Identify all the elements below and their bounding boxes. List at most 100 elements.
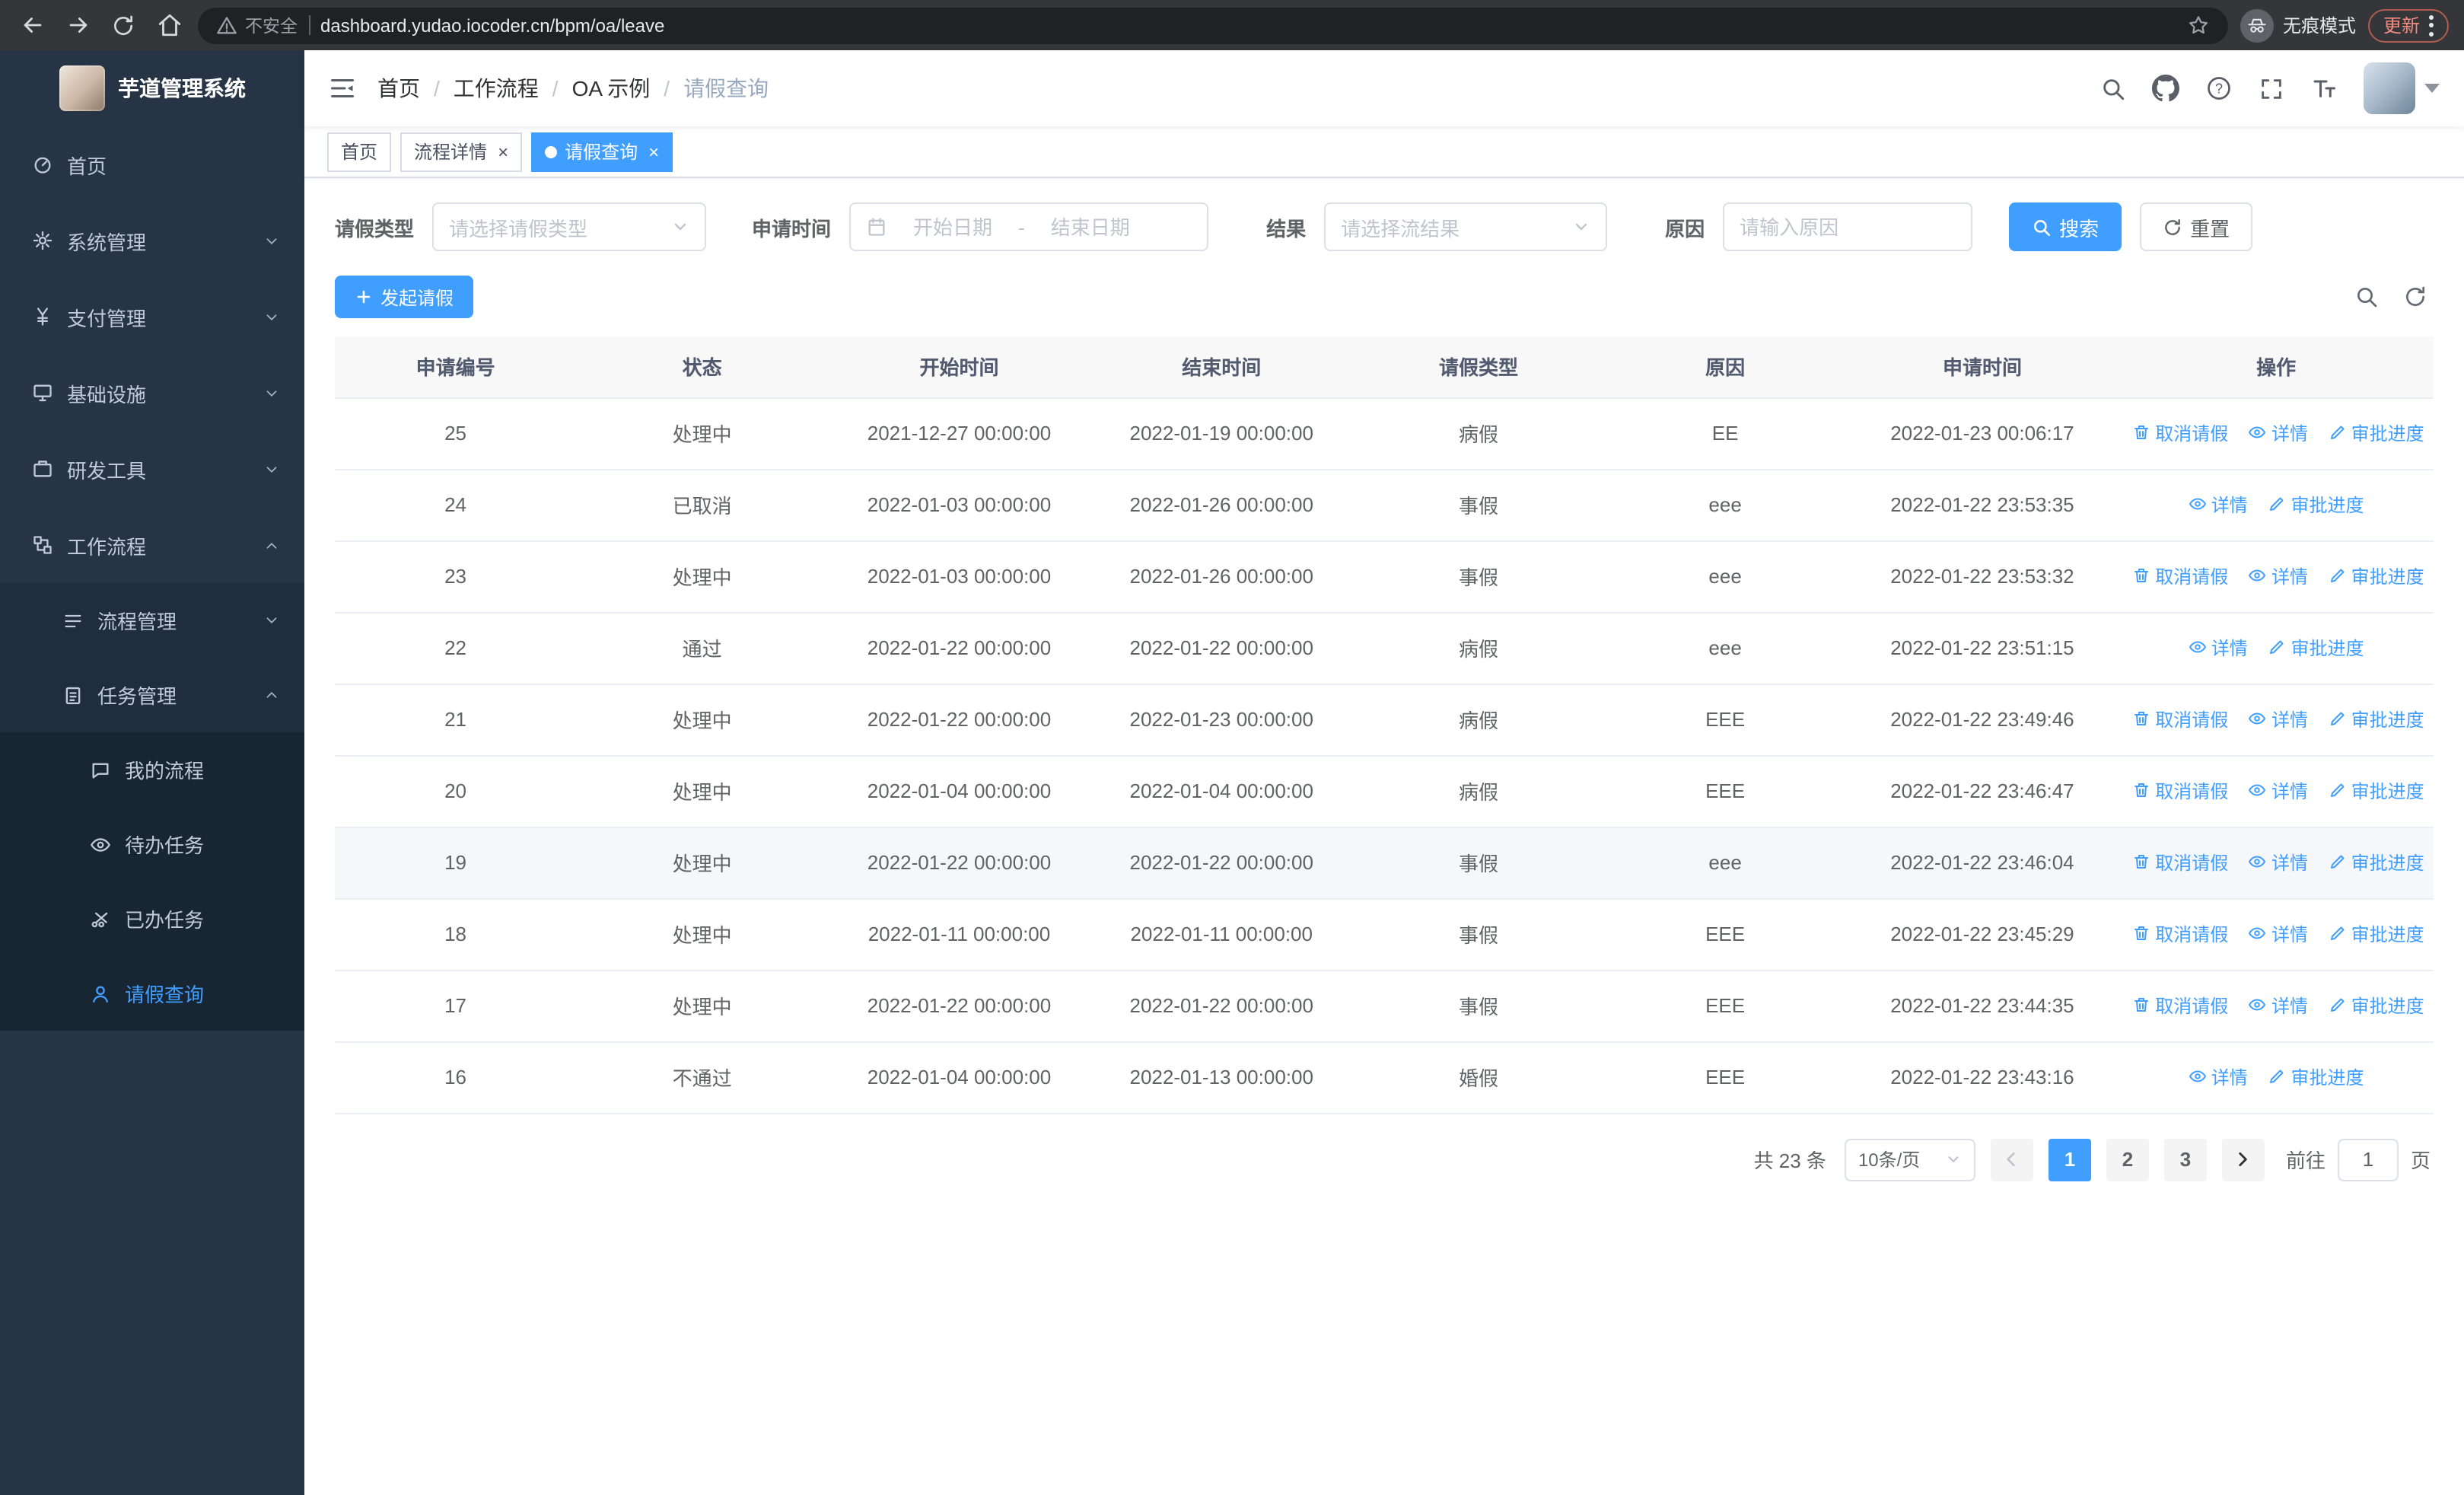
detail-link[interactable]: 详情 [2249,563,2308,589]
leave-type-select[interactable]: 请选择请假类型 [432,202,707,251]
page-button-1[interactable]: 1 [2048,1138,2091,1181]
page-button-2[interactable]: 2 [2106,1138,2149,1181]
goto-page-input[interactable] [2337,1138,2399,1181]
detail-link[interactable]: 详情 [2249,993,2308,1018]
security-warning[interactable]: 不安全 [216,13,298,37]
edit-icon [2329,710,2347,728]
table-row[interactable]: 18 处理中 2022-01-11 00:00:00 2022-01-11 00… [335,898,2434,971]
sidebar-item[interactable]: 流程管理 [0,583,304,658]
table-row[interactable]: 23 处理中 2022-01-03 00:00:00 2022-01-26 00… [335,540,2434,613]
tab[interactable]: 首页 [327,132,392,171]
filter-form: 请假类型 请选择请假类型 申请时间 - [335,202,2434,251]
home-button[interactable] [152,8,186,42]
menu-kebab-icon[interactable] [2429,14,2434,36]
prev-page-button[interactable] [1990,1138,2033,1181]
sidebar-item[interactable]: 系统管理 [0,202,304,279]
sidebar-item[interactable]: 任务管理 [0,658,304,732]
sidebar-item[interactable]: 请假查询 [0,956,304,1031]
sidebar-item[interactable]: 工作流程 [0,507,304,583]
table-row[interactable]: 21 处理中 2022-01-22 00:00:00 2022-01-23 00… [335,684,2434,756]
progress-link[interactable]: 审批进度 [2329,563,2424,589]
sidebar-item[interactable]: 首页 [0,126,304,202]
create-leave-button[interactable]: 发起请假 [335,276,474,318]
detail-link[interactable]: 详情 [2249,706,2308,732]
avatar[interactable] [2364,62,2415,114]
github-icon[interactable] [2152,75,2179,102]
table-row[interactable]: 20 处理中 2022-01-04 00:00:00 2022-01-04 00… [335,755,2434,827]
sidebar-item[interactable]: 我的流程 [0,732,304,807]
sidebar-logo[interactable]: 芋道管理系统 [0,50,304,126]
tab[interactable]: 流程详情 × [400,132,523,171]
result-select[interactable]: 请选择流结果 [1324,202,1608,251]
detail-link[interactable]: 详情 [2249,420,2308,446]
font-size-icon[interactable] [2310,75,2338,102]
breadcrumb-item[interactable]: 工作流程 [454,73,539,104]
progress-link[interactable]: 审批进度 [2329,993,2424,1018]
fullscreen-icon[interactable] [2259,75,2284,101]
detail-link[interactable]: 详情 [2189,1064,2248,1090]
reload-button[interactable] [107,8,140,42]
cell-end-time: 2022-01-11 00:00:00 [1090,898,1353,971]
sidebar-item[interactable]: 待办任务 [0,807,304,881]
search-button[interactable]: 搜索 [2009,202,2122,251]
table-row[interactable]: 16 不通过 2022-01-04 00:00:00 2022-01-13 00… [335,1041,2434,1114]
tab[interactable]: 请假查询 × [531,132,673,171]
progress-link[interactable]: 审批进度 [2329,778,2424,804]
url-bar[interactable]: 不安全 dashboard.yudao.iocoder.cn/bpm/oa/le… [198,7,2228,43]
refresh-table-icon[interactable] [2403,285,2427,309]
sidebar-item[interactable]: 支付管理 [0,279,304,355]
table-row[interactable]: 24 已取消 2022-01-03 00:00:00 2022-01-26 00… [335,469,2434,541]
progress-link[interactable]: 审批进度 [2268,492,2364,518]
progress-link[interactable]: 审批进度 [2268,1064,2364,1090]
progress-link[interactable]: 审批进度 [2268,635,2364,661]
table-row[interactable]: 22 通过 2022-01-22 00:00:00 2022-01-22 00:… [335,612,2434,684]
detail-link[interactable]: 详情 [2249,921,2308,947]
cell-end-time: 2022-01-13 00:00:00 [1090,1041,1353,1114]
end-date-input[interactable] [1033,215,1147,238]
search-icon[interactable] [2100,75,2126,101]
detail-link[interactable]: 详情 [2189,635,2248,661]
cancel-leave-link[interactable]: 取消请假 [2132,778,2228,804]
close-icon[interactable]: × [495,142,508,161]
detail-link[interactable]: 详情 [2249,778,2308,804]
cancel-leave-link[interactable]: 取消请假 [2132,850,2228,875]
close-icon[interactable]: × [645,142,659,161]
bookmark-star-icon[interactable] [2187,14,2210,37]
next-page-button[interactable] [2221,1138,2265,1181]
sidebar-toggle-icon[interactable] [329,75,356,102]
back-button[interactable] [15,8,49,42]
table-row[interactable]: 19 处理中 2022-01-22 00:00:00 2022-01-22 00… [335,827,2434,899]
cancel-leave-link[interactable]: 取消请假 [2132,706,2228,732]
help-icon[interactable]: ? [2205,75,2233,102]
progress-link[interactable]: 审批进度 [2329,850,2424,875]
cancel-leave-link[interactable]: 取消请假 [2132,921,2228,947]
reason-input[interactable] [1740,215,1956,238]
user-menu[interactable] [2364,62,2440,114]
table-row[interactable]: 17 处理中 2022-01-22 00:00:00 2022-01-22 00… [335,970,2434,1042]
cancel-leave-link[interactable]: 取消请假 [2132,563,2228,589]
cancel-leave-link[interactable]: 取消请假 [2132,420,2228,446]
sidebar-item[interactable]: 研发工具 [0,431,304,507]
table-row[interactable]: 25 处理中 2021-12-27 00:00:00 2022-01-19 00… [335,397,2434,470]
progress-link[interactable]: 审批进度 [2329,420,2424,446]
forward-button[interactable] [61,8,94,42]
sidebar-item[interactable]: 基础设施 [0,355,304,431]
detail-link[interactable]: 详情 [2189,492,2248,518]
url-text[interactable]: dashboard.yudao.iocoder.cn/bpm/oa/leave [320,14,2176,36]
cell-leave-type: 病假 [1352,397,1605,470]
progress-link[interactable]: 审批进度 [2329,921,2424,947]
progress-link[interactable]: 审批进度 [2329,706,2424,732]
update-button[interactable]: 更新 [2367,8,2449,42]
start-date-input[interactable] [896,215,1010,238]
page-button-3[interactable]: 3 [2163,1138,2207,1181]
breadcrumb-item[interactable]: OA 示例 [572,73,651,104]
apply-time-range-picker[interactable]: - [849,202,1209,251]
hide-search-icon[interactable] [2354,285,2379,309]
cancel-leave-link[interactable]: 取消请假 [2132,993,2228,1018]
reset-button[interactable]: 重置 [2140,202,2253,251]
breadcrumb-item[interactable]: 首页 [377,73,420,104]
sidebar-item[interactable]: 已办任务 [0,881,304,956]
page-size-select[interactable]: 10条/页 [1844,1138,1975,1181]
eye-icon [2249,925,2267,943]
detail-link[interactable]: 详情 [2249,850,2308,875]
